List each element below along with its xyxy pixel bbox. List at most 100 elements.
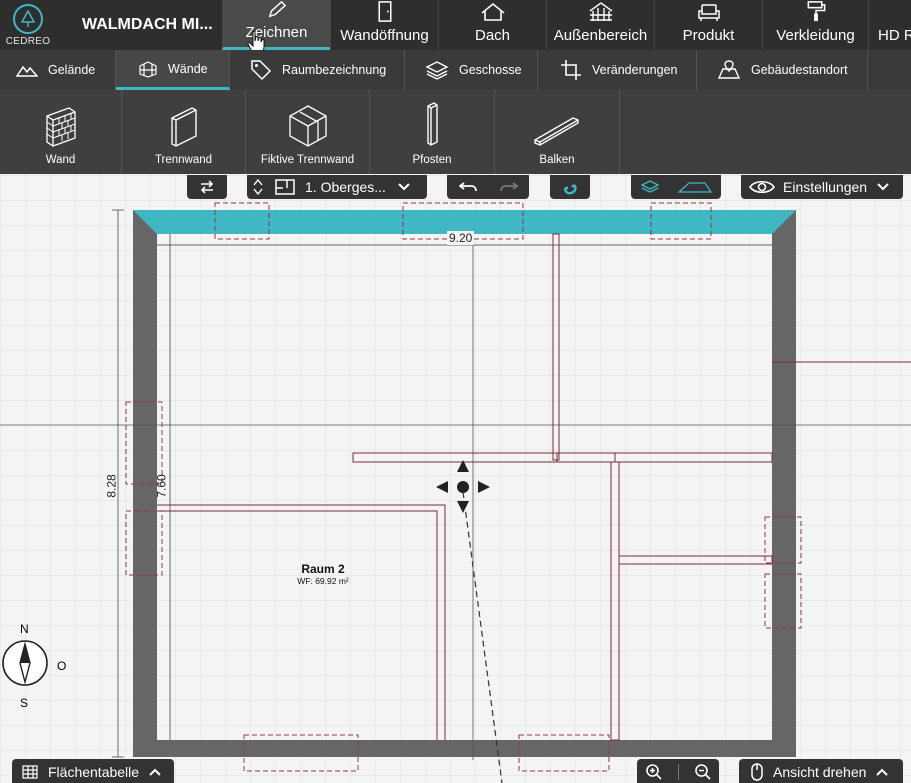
armchair-icon <box>697 4 720 21</box>
pencil-icon <box>268 0 286 18</box>
eye-icon <box>749 180 775 194</box>
view-toggle-group <box>631 175 721 199</box>
zoom-out-icon[interactable] <box>694 763 712 781</box>
tool-label: Pfosten <box>412 154 452 166</box>
settings-dropdown[interactable]: Einstellungen <box>741 175 903 199</box>
tool-label: Fiktive Trennwand <box>260 154 355 166</box>
terrain-icon <box>16 65 38 77</box>
tab-wandoeffnung[interactable]: Wandöffnung <box>330 0 438 50</box>
chevron-down-icon <box>877 183 889 191</box>
undo-icon[interactable] <box>458 181 477 193</box>
app-window: CEDREO WALMDACH MI... Zeichnen Wandöffnu… <box>0 0 911 783</box>
tab-label: HD R <box>878 27 911 44</box>
subtab-gelaende[interactable]: Gelände <box>0 50 116 90</box>
compass-south: S <box>20 696 29 710</box>
virtual-wall-icon <box>288 105 327 147</box>
door-icon <box>377 1 392 22</box>
cedreo-logo[interactable]: CEDREO <box>0 0 56 50</box>
rotate-view-toggle[interactable]: Ansicht drehen <box>739 759 903 783</box>
roof-outline-icon[interactable] <box>676 180 713 194</box>
tool-label: Trennwand <box>154 154 213 166</box>
magnet-icon <box>563 184 577 195</box>
magnet-button[interactable] <box>550 175 590 199</box>
beam-icon <box>534 117 579 146</box>
dimension-top: 9.20 <box>447 231 475 245</box>
zoom-in-icon[interactable] <box>645 763 663 781</box>
tag-icon <box>251 60 272 81</box>
layers-icon <box>425 61 449 80</box>
tab-dach[interactable]: Dach <box>438 0 546 50</box>
subtab-veraenderungen[interactable]: Veränderungen <box>538 50 697 90</box>
fence-icon <box>589 2 612 21</box>
floor-plan-canvas[interactable]: 9.20 8.28 7.60 Raum 2 WF: 69.92 m² <box>0 174 911 783</box>
room-label[interactable]: Raum 2 WF: 69.92 m² <box>278 562 368 586</box>
dimension-left-outer: 8.28 <box>104 474 119 498</box>
tool-label: Balken <box>539 154 575 166</box>
layers-icon[interactable] <box>639 179 660 195</box>
tab-aussenbereich[interactable]: Außenbereich <box>546 0 654 50</box>
floor-plan-drawing <box>0 174 911 783</box>
tab-zeichnen[interactable]: Zeichnen <box>222 0 330 50</box>
subtab-gebaeudestandort[interactable]: Gebäudestandort <box>697 50 868 90</box>
floor-selector[interactable]: 1. Oberges... <box>247 175 427 199</box>
chevron-down-icon <box>398 183 410 191</box>
subtab-label: Wände <box>168 61 208 76</box>
subtab-label: Geschosse <box>459 63 522 77</box>
tab-label: Wandöffnung <box>340 27 429 44</box>
undo-redo-group <box>447 175 529 199</box>
roof-icon <box>480 2 505 21</box>
subtab-raumbezeichnung[interactable]: Raumbezeichnung <box>230 50 405 90</box>
tab-hd-render[interactable]: HD R <box>868 0 911 50</box>
project-title[interactable]: WALMDACH MI... <box>58 0 222 50</box>
updown-icon <box>253 178 263 196</box>
subtab-label: Veränderungen <box>592 63 678 77</box>
room-area: WF: 69.92 m² <box>297 576 349 586</box>
paint-roller-icon <box>807 1 825 22</box>
floor-selector-value: 1. Oberges... <box>305 179 386 195</box>
compass-rose-icon <box>2 640 48 686</box>
tool-fiktive-trennwand[interactable]: Fiktive Trennwand <box>246 90 370 174</box>
zoom-controls <box>637 759 719 783</box>
location-icon <box>717 60 741 79</box>
subtab-waende[interactable]: Wände <box>116 50 230 90</box>
sub-navigation: Gelände Wände Raumbezeichnung Geschosse … <box>0 50 911 90</box>
rotate-view-label: Ansicht drehen <box>773 764 867 780</box>
swap-icon <box>200 180 214 194</box>
tool-wand[interactable]: Wand <box>0 90 122 174</box>
chevron-up-icon <box>149 768 161 776</box>
subtab-label: Gelände <box>48 63 96 77</box>
tool-panel: Wand Trennwand Fiktive Trennwand Pfosten… <box>0 90 911 174</box>
tool-label: Wand <box>45 154 76 166</box>
brand-name: CEDREO <box>5 35 51 47</box>
tool-trennwand[interactable]: Trennwand <box>122 90 246 174</box>
subtab-geschosse[interactable]: Geschosse <box>405 50 538 90</box>
partition-wall-icon <box>170 107 197 147</box>
redo-icon[interactable] <box>499 181 518 193</box>
tab-label: Dach <box>474 27 511 44</box>
brick-wall-icon <box>139 60 157 78</box>
tool-balken[interactable]: Balken <box>495 90 620 174</box>
swap-button[interactable] <box>187 175 227 199</box>
dimension-left-inner: 7.60 <box>154 474 169 498</box>
wall-icon <box>45 107 76 147</box>
room-name: Raum 2 <box>301 562 345 576</box>
compass-east: O <box>57 659 67 673</box>
tab-label: Außenbereich <box>553 27 648 44</box>
tree-logo-icon <box>13 3 43 34</box>
tab-label: Verkleidung <box>776 27 855 44</box>
post-icon <box>427 102 438 146</box>
mouse-icon <box>751 763 763 781</box>
tool-pfosten[interactable]: Pfosten <box>370 90 495 174</box>
zoom-divider <box>677 764 679 780</box>
compass[interactable]: N O S <box>0 622 70 712</box>
top-bar: CEDREO WALMDACH MI... Zeichnen Wandöffnu… <box>0 0 911 54</box>
chevron-up-icon <box>876 768 889 776</box>
area-table-label: Flächentabelle <box>48 764 140 780</box>
table-icon <box>22 765 38 779</box>
subtab-label: Raumbezeichnung <box>282 63 387 77</box>
crop-icon <box>561 60 581 80</box>
subtab-label: Gebäudestandort <box>751 63 848 77</box>
area-table-toggle[interactable]: Flächentabelle <box>12 759 174 783</box>
tab-produkt[interactable]: Produkt <box>654 0 762 50</box>
tab-verkleidung[interactable]: Verkleidung <box>762 0 868 50</box>
